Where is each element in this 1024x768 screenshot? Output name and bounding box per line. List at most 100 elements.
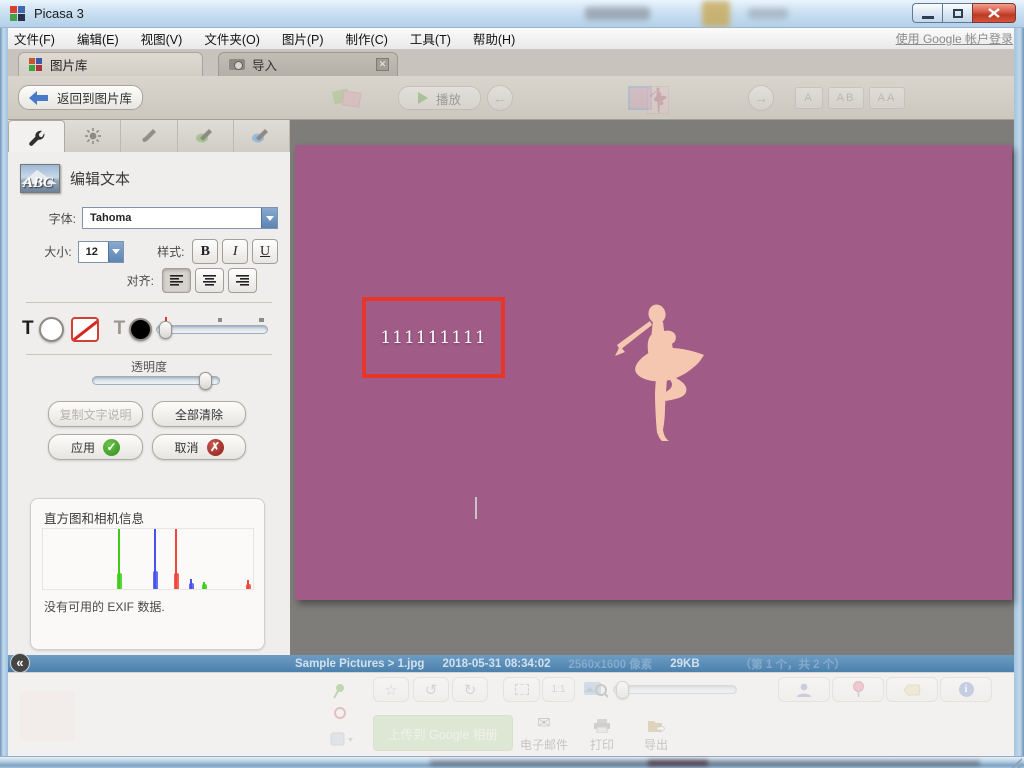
maximize-icon (952, 8, 963, 18)
slider-tick (217, 317, 222, 322)
tab-tuning[interactable] (65, 120, 122, 152)
thumb-size-small-button[interactable]: A (795, 87, 823, 109)
bold-button[interactable]: B (192, 239, 219, 264)
print-icon (580, 713, 624, 733)
align-row: 对齐: (38, 268, 278, 293)
thumbnail-next[interactable] (647, 86, 669, 114)
tag-button[interactable] (886, 677, 938, 702)
align-center-button[interactable] (195, 268, 224, 293)
close-icon[interactable]: ✕ (376, 58, 389, 71)
export-button[interactable]: 导出 (632, 713, 680, 753)
copy-caption-button[interactable]: 复制文字说明 (48, 401, 143, 427)
export-label: 导出 (643, 738, 668, 752)
tab-basic-fixes[interactable] (8, 120, 66, 152)
menu-item-folder[interactable]: 文件夹(O) (193, 29, 271, 48)
collage-icon[interactable] (330, 84, 364, 112)
histogram-title: 直方图和相机信息 (44, 512, 145, 526)
properties-button[interactable]: i (940, 677, 992, 702)
close-icon (988, 8, 1000, 18)
actual-size-button[interactable]: 1:1 (542, 677, 575, 702)
no-outline-color-button[interactable] (70, 316, 99, 342)
view-tab-bar: 图片库 导入 ✕ (8, 50, 1014, 76)
play-button[interactable]: 播放 (398, 86, 481, 110)
minimize-icon (921, 15, 934, 19)
divider (26, 354, 272, 355)
text-outline-color-swatch[interactable] (129, 317, 153, 341)
thumb-size-medium-button[interactable]: AB (828, 87, 864, 109)
text-selection-box[interactable]: 111111111 (362, 297, 505, 378)
menu-item-edit[interactable]: 编辑(E) (66, 29, 130, 48)
zoom-slider[interactable] (613, 681, 737, 699)
underline-button[interactable]: U (252, 239, 278, 264)
menu-item-view[interactable]: 视图(V) (130, 29, 194, 48)
rotate-ccw-button[interactable]: ↺ (413, 677, 449, 702)
font-size-select[interactable]: 12 (77, 240, 124, 263)
upload-button[interactable]: 上传到 Google 相册 (373, 715, 513, 751)
people-button[interactable] (778, 677, 830, 702)
outline-width-slider[interactable] (156, 316, 269, 339)
tray-thumbnail[interactable] (20, 691, 75, 741)
align-left-button[interactable] (162, 268, 191, 293)
export-icon (632, 713, 680, 733)
photo-canvas[interactable]: 111111111 (295, 145, 1012, 600)
tab-effects-1[interactable] (121, 120, 178, 152)
minimize-button[interactable] (912, 3, 942, 23)
pushpin-icon[interactable] (332, 683, 346, 699)
apply-button-label: 应用 (70, 440, 95, 455)
exif-status-text: 没有可用的 EXIF 数据. (44, 600, 165, 614)
chevron-down-icon[interactable] (261, 208, 277, 228)
menu-item-file[interactable]: 文件(F) (3, 29, 66, 48)
print-label: 打印 (589, 738, 614, 752)
back-to-library-button[interactable]: 返回到图片库 (18, 85, 143, 110)
font-select[interactable]: Tahoma (82, 207, 278, 229)
fit-view-button[interactable] (503, 677, 540, 702)
tab-import[interactable]: 导入 ✕ (218, 52, 398, 76)
resize-grip[interactable] (1010, 758, 1022, 768)
collapse-tray-button[interactable]: « (10, 653, 30, 673)
exclude-circle-icon[interactable] (334, 707, 346, 719)
align-right-button[interactable] (228, 268, 257, 293)
outline-width-slider-thumb[interactable] (159, 320, 173, 339)
ballerina-silhouette (607, 301, 707, 443)
previous-photo-button[interactable]: ← (487, 85, 513, 111)
camera-icon (229, 59, 245, 70)
tray-folder-button[interactable] (330, 731, 354, 747)
cancel-button[interactable]: 取消 ✗ (152, 434, 246, 460)
slider-tick (259, 317, 265, 322)
clear-all-button[interactable]: 全部清除 (152, 401, 246, 427)
close-button[interactable] (972, 3, 1016, 23)
apply-button[interactable]: 应用 ✓ (48, 434, 143, 460)
chevron-down-icon[interactable] (107, 241, 123, 262)
email-icon: ✉ (537, 715, 551, 732)
menu-item-help[interactable]: 帮助(H) (462, 29, 526, 48)
menu-item-picture[interactable]: 图片(P) (271, 29, 335, 48)
tab-effects-2[interactable] (178, 120, 234, 152)
menu-item-tools[interactable]: 工具(T) (399, 29, 462, 48)
menu-item-create[interactable]: 制作(C) (335, 29, 399, 48)
star-button[interactable]: ☆ (373, 677, 409, 702)
tab-library[interactable]: 图片库 (18, 52, 203, 76)
edit-text-header: ABC 编辑文本 (20, 164, 130, 193)
email-label: 电子邮件 (519, 738, 568, 752)
tab-library-label: 图片库 (50, 59, 88, 73)
next-photo-button[interactable]: → (748, 85, 774, 111)
tab-effects-3[interactable] (234, 120, 291, 152)
text-fill-color-swatch[interactable] (38, 316, 64, 342)
status-file-path: Sample Pictures > 1.jpg (295, 657, 425, 670)
thumb-size-large-button[interactable]: AA (869, 87, 905, 109)
green-brush-icon (196, 129, 213, 143)
maximize-button[interactable] (942, 3, 972, 23)
transparency-slider-thumb[interactable] (199, 372, 212, 390)
rotate-cw-button[interactable]: ↻ (452, 677, 488, 702)
font-value: Tahoma (90, 212, 132, 224)
transparency-label: 透明度 (130, 360, 167, 374)
google-signin-link[interactable]: 使用 Google 帐户登录 (896, 30, 1013, 47)
zoom-slider-thumb[interactable] (616, 681, 629, 699)
transparency-slider[interactable] (92, 372, 220, 390)
print-button[interactable]: 打印 (580, 713, 624, 753)
geotag-button[interactable] (832, 677, 884, 702)
window-border-bottom (0, 756, 1024, 768)
italic-button[interactable]: I (222, 239, 249, 264)
email-button[interactable]: ✉ 电子邮件 (513, 713, 575, 753)
geotag-pin-icon (852, 681, 864, 697)
